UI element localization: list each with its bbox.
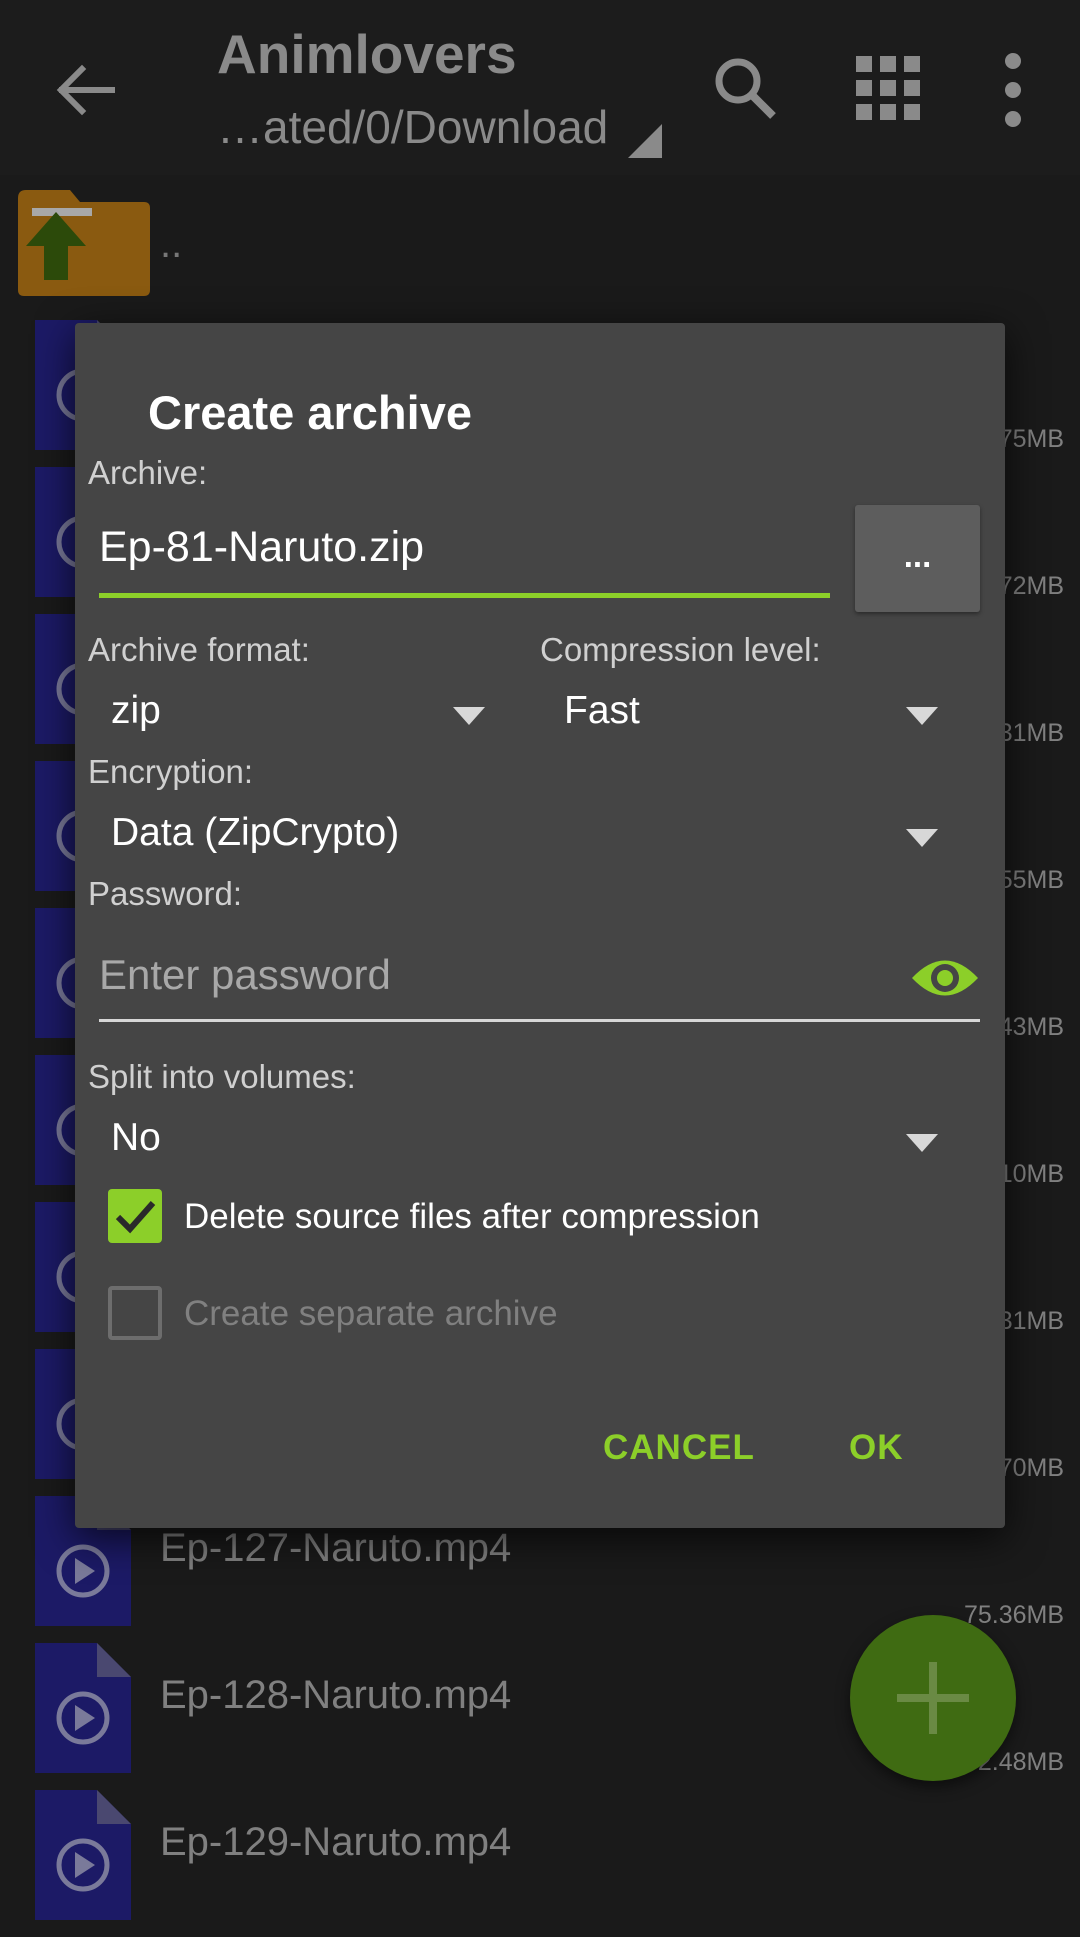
plus-icon: [897, 1662, 969, 1734]
file-size: 31MB: [998, 1307, 1064, 1335]
split-volumes-value: No: [111, 1116, 161, 1159]
folder-path[interactable]: …ated/0/Download: [217, 100, 608, 154]
file-size: 75MB: [998, 425, 1064, 453]
video-file-icon: [35, 1790, 131, 1920]
cancel-button[interactable]: CANCEL: [603, 1428, 755, 1468]
separate-archive-checkbox[interactable]: [108, 1286, 162, 1340]
add-fab-button[interactable]: [850, 1615, 1016, 1781]
file-size: 10MB: [998, 1160, 1064, 1188]
split-volumes-select[interactable]: No: [111, 1110, 944, 1170]
checkmark-icon: [115, 1201, 156, 1234]
file-name: Ep-127-Naruto.mp4: [160, 1526, 512, 1570]
archive-name-input[interactable]: Ep-81-Naruto.zip: [99, 523, 829, 579]
video-file-icon: [35, 1643, 131, 1773]
file-size: 72MB: [998, 572, 1064, 600]
folder-title: Animlovers: [217, 23, 517, 85]
grid-view-icon: [856, 56, 920, 120]
browse-button[interactable]: ...: [855, 505, 980, 612]
file-size: 55MB: [998, 866, 1064, 894]
file-size: 75.36MB: [963, 1601, 1064, 1629]
chevron-down-icon: [906, 829, 938, 847]
file-size: 70MB: [998, 1454, 1064, 1482]
encryption-value: Data (ZipCrypto): [111, 811, 400, 854]
search-button[interactable]: [707, 50, 787, 130]
compression-level-select[interactable]: Fast: [564, 683, 944, 743]
chevron-down-icon: [906, 707, 938, 725]
password-underline: [99, 1019, 980, 1022]
compression-level-label: Compression level:: [540, 631, 821, 668]
archive-format-select[interactable]: zip: [111, 683, 491, 743]
parent-folder-label: ..: [160, 222, 183, 266]
file-list-item[interactable]: Ep-129-Naruto.mp4: [0, 1790, 1080, 1937]
file-size: 43MB: [998, 1013, 1064, 1041]
password-label: Password:: [88, 875, 243, 912]
back-button[interactable]: [50, 55, 120, 125]
split-volumes-label: Split into volumes:: [88, 1058, 356, 1095]
encryption-select[interactable]: Data (ZipCrypto): [111, 805, 944, 865]
path-dropdown-icon[interactable]: [628, 124, 662, 158]
app-toolbar: Animlovers …ated/0/Download: [0, 0, 1080, 175]
search-icon: [715, 58, 776, 119]
file-size: 31MB: [998, 719, 1064, 747]
archive-input-underline: [99, 593, 830, 598]
create-archive-dialog: Create archive Archive: Ep-81-Naruto.zip…: [75, 323, 1005, 1528]
delete-source-checkbox[interactable]: [108, 1189, 162, 1243]
archive-format-value: zip: [111, 689, 161, 732]
dialog-title: Create archive: [148, 386, 472, 439]
file-name: Ep-129-Naruto.mp4: [160, 1820, 512, 1864]
archive-format-label: Archive format:: [88, 631, 310, 668]
toggle-password-visibility-button[interactable]: [910, 953, 980, 1003]
chevron-down-icon: [453, 707, 485, 725]
compression-level-value: Fast: [564, 689, 640, 732]
more-options-button[interactable]: [995, 52, 1031, 128]
file-name: Ep-128-Naruto.mp4: [160, 1673, 512, 1717]
parent-folder-icon[interactable]: [18, 190, 150, 296]
separate-archive-label[interactable]: Create separate archive: [184, 1294, 558, 1334]
ok-button[interactable]: OK: [849, 1428, 904, 1468]
chevron-down-icon: [906, 1134, 938, 1152]
view-mode-button[interactable]: [853, 53, 923, 123]
eye-icon: [912, 960, 978, 996]
delete-source-label[interactable]: Delete source files after compression: [184, 1197, 760, 1237]
password-input[interactable]: Enter password: [99, 951, 759, 999]
archive-label: Archive:: [88, 454, 208, 491]
arrow-left-icon: [56, 64, 115, 116]
more-vert-icon: [1005, 53, 1021, 127]
browse-button-label: ...: [903, 537, 932, 574]
encryption-label: Encryption:: [88, 753, 254, 790]
